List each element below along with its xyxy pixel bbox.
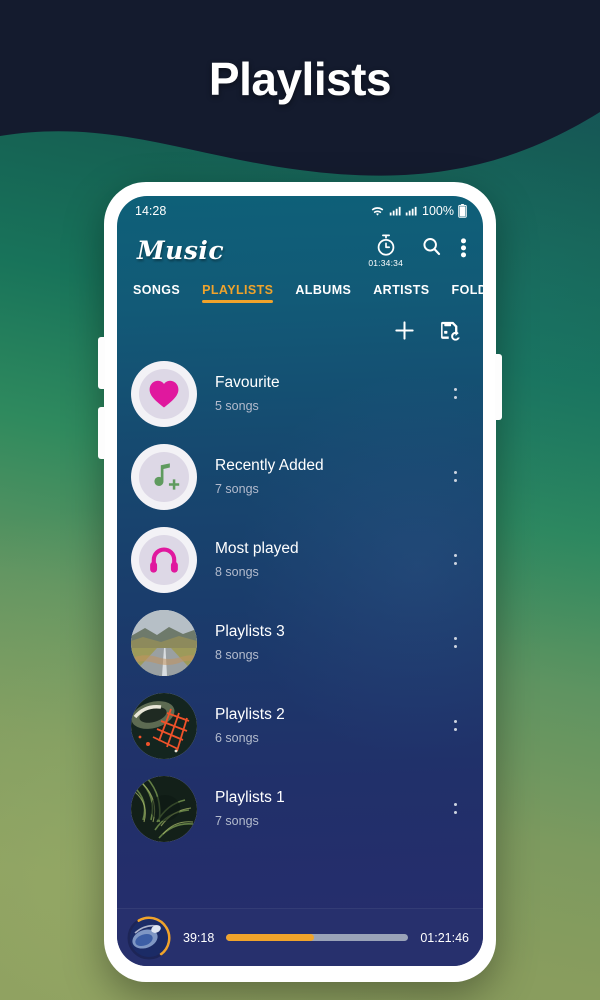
playlist-title: Playlists 2 bbox=[215, 706, 285, 723]
playlist-row-favourite[interactable]: Favourite 5 songs bbox=[117, 352, 483, 435]
playlist-song-count: 5 songs bbox=[215, 399, 259, 413]
phone-screen: 14:28 100% Music 01:34:34 SONGS PLAYLIST… bbox=[117, 196, 483, 966]
note-plus-icon bbox=[154, 462, 180, 490]
avatar bbox=[131, 609, 197, 676]
album-art-foliage bbox=[131, 775, 197, 842]
playlist-song-count: 7 songs bbox=[215, 482, 259, 496]
wifi-icon bbox=[371, 206, 384, 216]
category-tabs: SONGS PLAYLISTS ALBUMS ARTISTS FOLDERS bbox=[117, 276, 483, 310]
avatar bbox=[131, 692, 197, 759]
phone-device-frame: 14:28 100% Music 01:34:34 SONGS PLAYLIST… bbox=[98, 182, 502, 982]
page-title: Playlists bbox=[208, 53, 392, 105]
screenshot-stage: Playlists 14:28 100% Music 01:34:34 SONG… bbox=[0, 0, 600, 1000]
signal-icon bbox=[389, 206, 401, 216]
mini-player-bar[interactable]: 39:18 01:21:46 bbox=[117, 908, 483, 966]
playlist-row-most-played[interactable]: Most played 8 songs bbox=[117, 518, 483, 601]
volume-up-button[interactable] bbox=[98, 337, 105, 389]
overflow-menu-button[interactable] bbox=[460, 236, 467, 258]
tab-songs[interactable]: SONGS bbox=[133, 283, 180, 303]
playlist-row-menu-button[interactable] bbox=[445, 464, 465, 490]
app-brand-title: Music bbox=[137, 235, 225, 265]
row-text: Playlists 2 6 songs bbox=[215, 706, 445, 745]
playlist-song-count: 8 songs bbox=[215, 565, 259, 579]
avatar bbox=[131, 775, 197, 842]
tab-playlists[interactable]: PLAYLISTS bbox=[202, 283, 274, 303]
row-text: Most played 8 songs bbox=[215, 540, 445, 579]
playlist-list: Favourite 5 songs Recently Added 7 songs… bbox=[117, 350, 483, 908]
playlist-row-menu-button[interactable] bbox=[445, 713, 465, 739]
playlist-row-playlists-3[interactable]: Playlists 3 8 songs bbox=[117, 601, 483, 684]
headphones-icon bbox=[150, 546, 178, 573]
playlist-row-playlists-1[interactable]: Playlists 1 7 songs bbox=[117, 767, 483, 850]
status-clock: 14:28 bbox=[135, 204, 167, 218]
tab-albums[interactable]: ALBUMS bbox=[295, 283, 351, 303]
album-art-night-aerial bbox=[131, 692, 197, 759]
playlist-title: Most played bbox=[215, 540, 299, 557]
app-bar: Music 01:34:34 bbox=[117, 222, 483, 276]
row-text: Playlists 3 8 songs bbox=[215, 623, 445, 662]
playlist-song-count: 8 songs bbox=[215, 648, 259, 662]
elapsed-time-label: 39:18 bbox=[183, 930, 215, 945]
total-time-label: 01:21:46 bbox=[420, 930, 469, 945]
row-text: Playlists 1 7 songs bbox=[215, 789, 445, 828]
playlist-title: Playlists 3 bbox=[215, 623, 285, 640]
sleep-timer-button[interactable]: 01:34:34 bbox=[368, 234, 403, 268]
row-text: Favourite 5 songs bbox=[215, 374, 445, 413]
sleep-timer-label: 01:34:34 bbox=[368, 257, 403, 268]
search-icon bbox=[423, 237, 441, 255]
status-indicators: 100% bbox=[370, 204, 467, 218]
save-restore-icon bbox=[441, 321, 460, 341]
playlist-row-recently-added[interactable]: Recently Added 7 songs bbox=[117, 435, 483, 518]
signal-icon bbox=[405, 206, 417, 216]
playlist-title: Favourite bbox=[215, 374, 280, 391]
search-button[interactable] bbox=[421, 236, 442, 257]
playlist-song-count: 6 songs bbox=[215, 731, 259, 745]
battery-icon bbox=[458, 204, 467, 218]
avatar bbox=[131, 360, 197, 427]
tab-artists[interactable]: ARTISTS bbox=[373, 283, 429, 303]
avatar bbox=[131, 443, 197, 510]
more-vertical-icon bbox=[460, 237, 467, 257]
add-playlist-button[interactable] bbox=[393, 319, 416, 342]
playlist-title: Playlists 1 bbox=[215, 789, 285, 806]
playlist-toolbar bbox=[117, 310, 483, 350]
tab-folders[interactable]: FOLDERS bbox=[452, 283, 483, 303]
playlist-row-menu-button[interactable] bbox=[445, 796, 465, 822]
playlist-song-count: 7 songs bbox=[215, 814, 259, 828]
now-playing-artwork[interactable] bbox=[127, 916, 171, 960]
row-text: Recently Added 7 songs bbox=[215, 457, 445, 496]
album-art-orb bbox=[130, 918, 168, 957]
restore-playlist-button[interactable] bbox=[438, 319, 461, 342]
power-button[interactable] bbox=[495, 354, 502, 420]
playlist-row-playlists-2[interactable]: Playlists 2 6 songs bbox=[117, 684, 483, 767]
status-bar: 14:28 100% bbox=[117, 196, 483, 222]
battery-percent-label: 100% bbox=[422, 204, 454, 218]
playlist-row-menu-button[interactable] bbox=[445, 547, 465, 573]
avatar bbox=[131, 526, 197, 593]
stopwatch-icon bbox=[377, 234, 394, 256]
plus-icon bbox=[395, 320, 414, 340]
heart-icon bbox=[149, 380, 179, 407]
playlist-title: Recently Added bbox=[215, 457, 324, 474]
app-bar-actions: 01:34:34 bbox=[368, 233, 467, 268]
playlist-row-menu-button[interactable] bbox=[445, 381, 465, 407]
playback-progress-fill bbox=[226, 934, 314, 941]
playback-progress-bar[interactable] bbox=[226, 934, 409, 941]
volume-down-button[interactable] bbox=[98, 407, 105, 459]
playlist-row-menu-button[interactable] bbox=[445, 630, 465, 656]
album-art-road bbox=[131, 609, 197, 676]
